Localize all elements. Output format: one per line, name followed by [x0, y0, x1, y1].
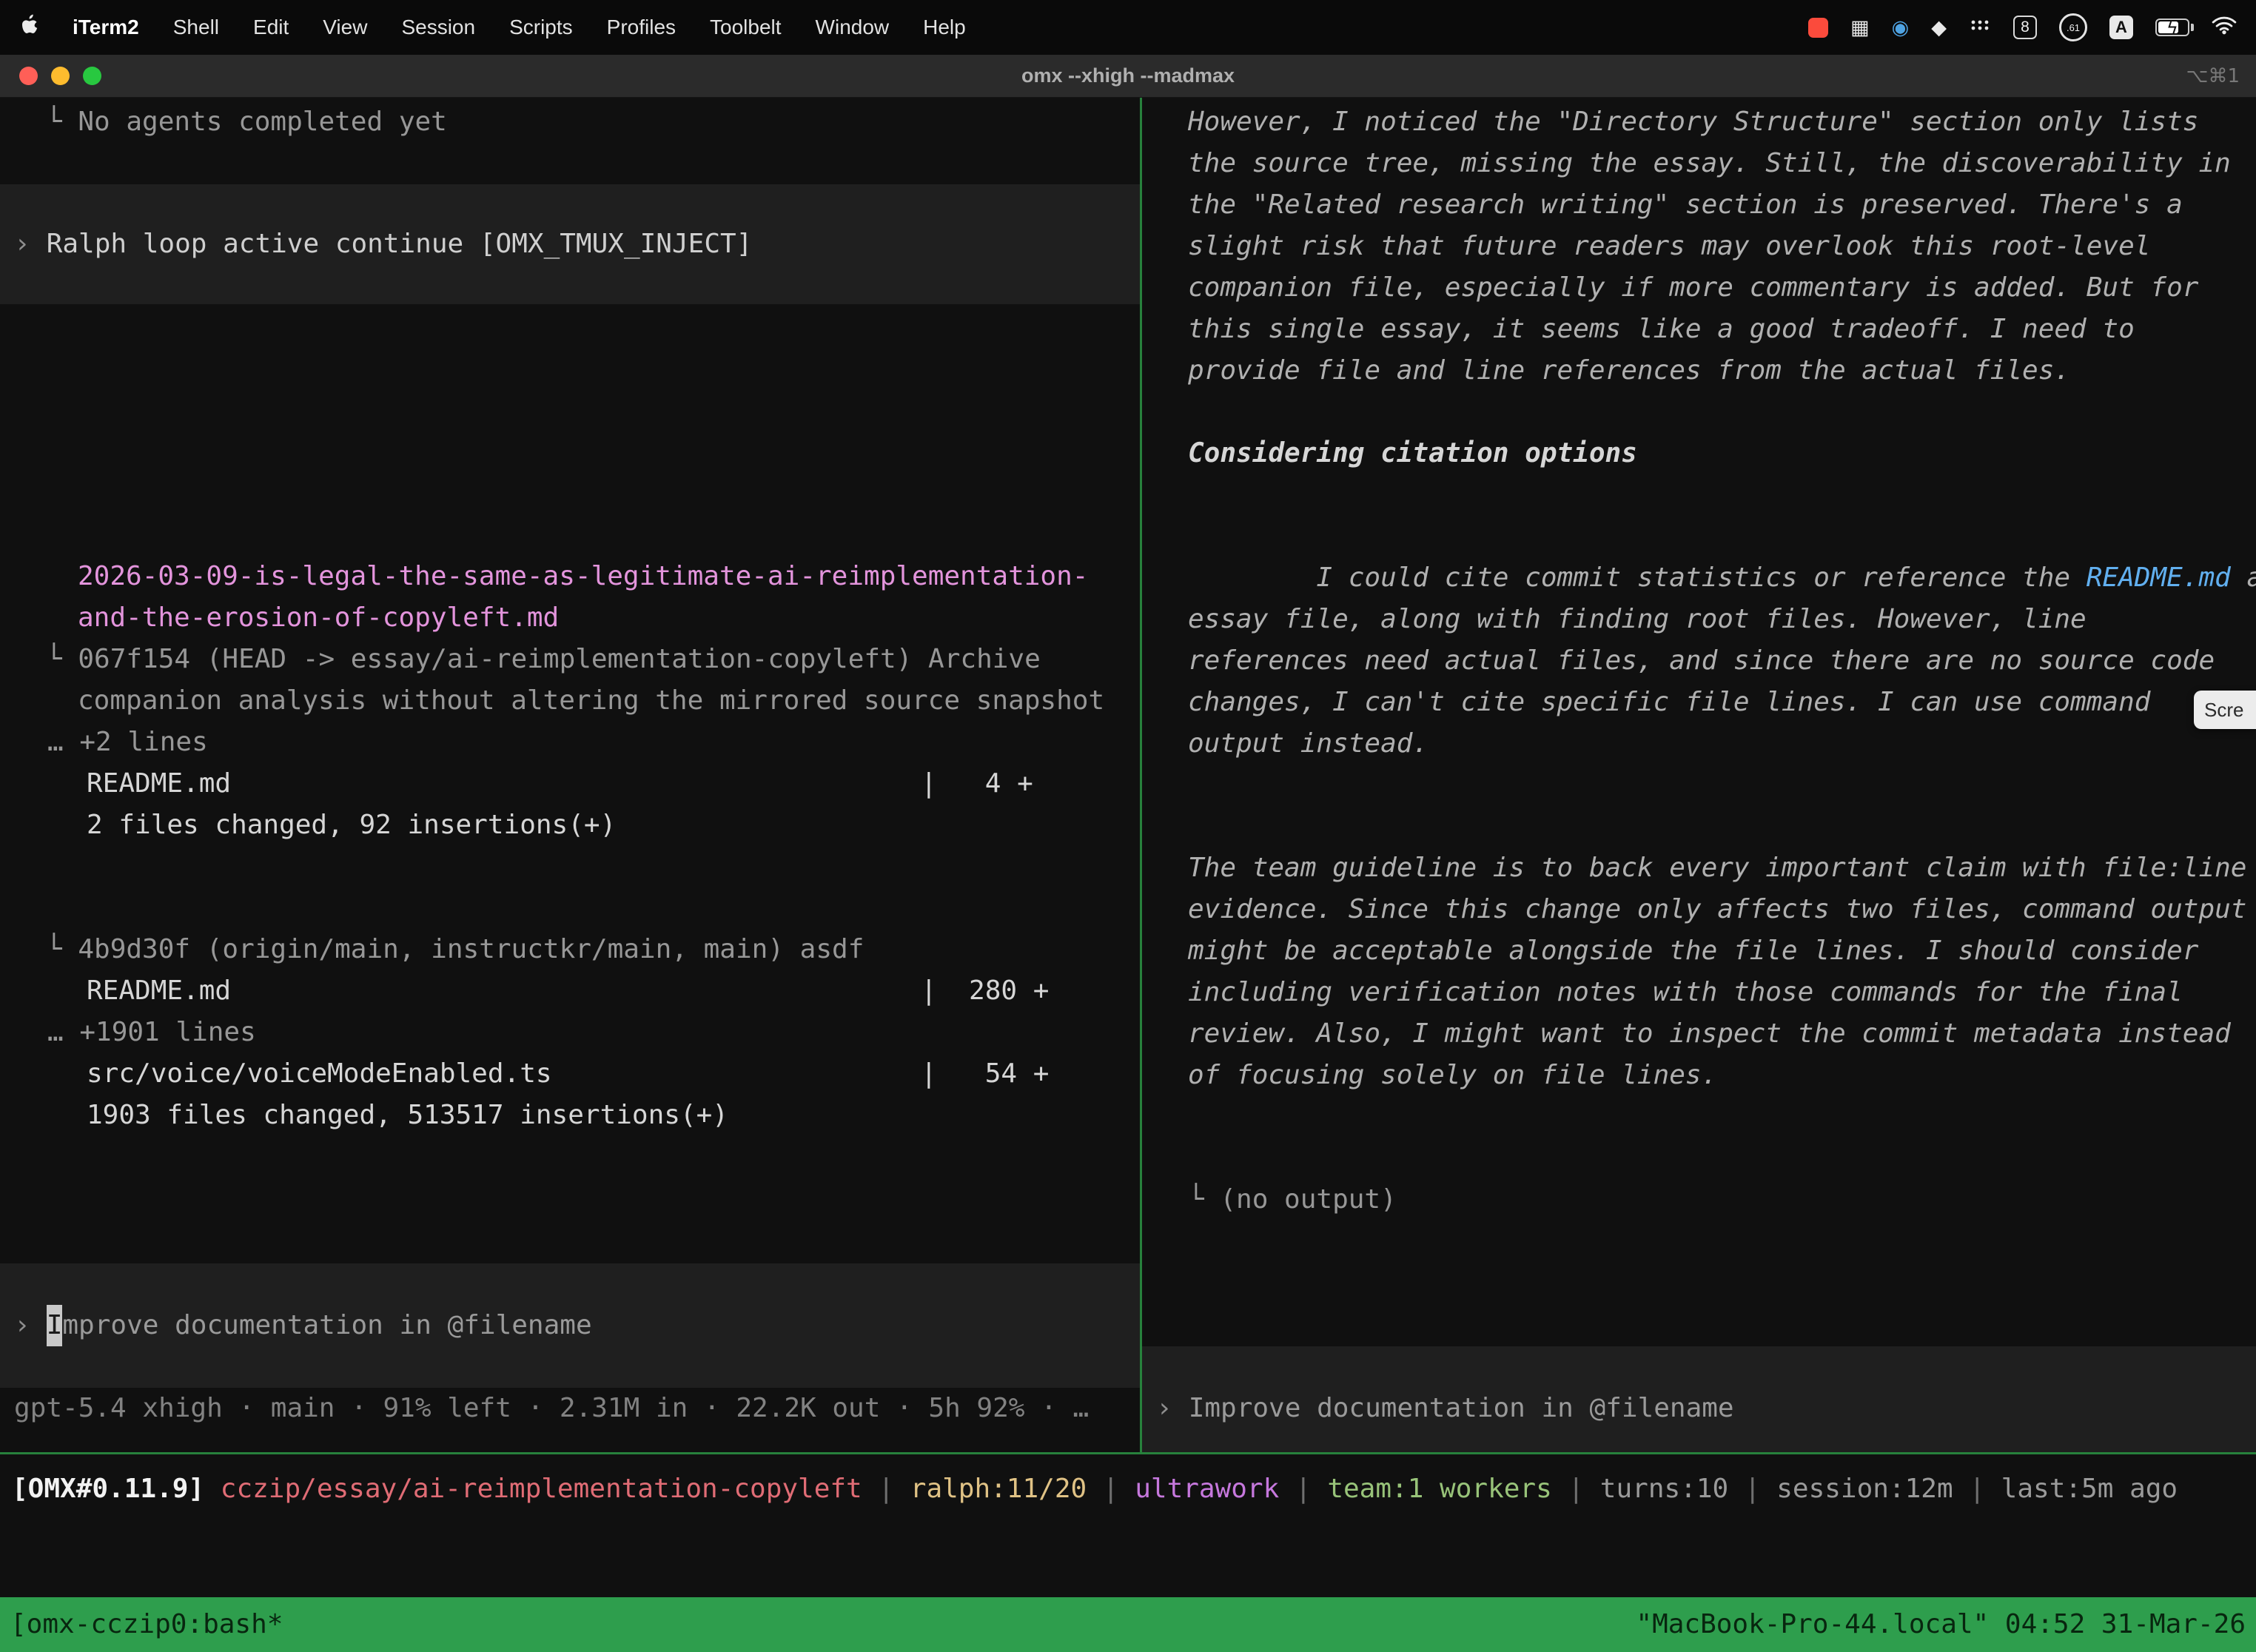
explored-header: •Explored	[0, 349, 1140, 390]
apple-menu-icon[interactable]	[19, 14, 38, 41]
desktop: iTerm2 Shell Edit View Session Scripts P…	[0, 0, 2256, 1652]
prompt-input[interactable]: › Improve documentation in @filename	[0, 1263, 1140, 1388]
prompt-chevron-icon: ›	[14, 1305, 30, 1346]
menu-bar-left: iTerm2 Shell Edit View Session Scripts P…	[19, 14, 966, 41]
log-stat-line-2: src/voice/voiceModeEnabled.ts | 54 +	[0, 1053, 1140, 1095]
thinking-heading: Considering citation options	[1142, 433, 2256, 474]
menu-item-profiles[interactable]: Profiles	[607, 16, 676, 39]
key-8-icon[interactable]: 8	[2013, 16, 2037, 39]
menu-bar: iTerm2 Shell Edit View Session Scripts P…	[0, 0, 2256, 55]
input-source-icon[interactable]: A	[2109, 16, 2133, 39]
menu-item-view[interactable]: View	[323, 16, 367, 39]
menu-item-window[interactable]: Window	[816, 16, 890, 39]
window-grid-icon[interactable]: ▦	[1850, 18, 1870, 38]
thinking-paragraph-1: However, I noticed the "Directory Struct…	[1142, 101, 2256, 392]
waiting-status-line: •Waiting for background terminal (1m 41s…	[1142, 1262, 2256, 1303]
pane-divider-vertical[interactable]	[1140, 98, 1142, 1452]
zoom-button[interactable]	[83, 67, 101, 85]
prompt-input[interactable]: › Improve documentation in @filename	[1142, 1346, 2256, 1452]
omx-status-line: [OMX#0.11.9] cczip/essay/ai-reimplementa…	[0, 1468, 2256, 1510]
log-more-lines: … +1901 lines	[0, 1012, 1140, 1053]
tmux-session-window: [omx-cczip0:bash*	[10, 1604, 283, 1645]
app-grid-icon[interactable]	[1969, 16, 1991, 40]
ran-git-log-line: •Ran git log --oneline --decorate -n 5 -…	[0, 887, 1140, 929]
screen-record-stop-icon[interactable]	[1808, 18, 1828, 38]
input-ghost-text: mprove documentation in @filename	[62, 1305, 591, 1346]
thinking-paragraph-3: The team guideline is to back every impo…	[1142, 847, 2256, 1096]
show-filename-line-2: and-the-erosion-of-copyleft.md	[0, 597, 1140, 639]
omx-ralph-counter: ralph:11/20	[910, 1474, 1087, 1504]
omx-mode: ultrawork	[1135, 1474, 1279, 1504]
battery-icon[interactable]: ϟ	[2155, 19, 2189, 36]
text-cursor: I	[47, 1305, 63, 1346]
tmux-host-clock: "MacBook-Pro-44.local" 04:52 31-Mar-26	[1636, 1604, 2246, 1645]
prompt-chevron-icon: ›	[14, 224, 30, 265]
input-ghost-text: Improve documentation in @filename	[1189, 1388, 1734, 1429]
menu-item-session[interactable]: Session	[401, 16, 475, 39]
menu-item-shell[interactable]: Shell	[173, 16, 219, 39]
ran-git-status-line: •Ran git status --short	[1142, 1138, 2256, 1179]
minimize-button[interactable]	[51, 67, 70, 85]
show-commit-line: └ 067f154 (HEAD -> essay/ai-reimplementa…	[0, 639, 1140, 680]
readme-link: README.md	[2087, 563, 2231, 593]
tooltip-text: Scre	[2204, 691, 2243, 729]
omx-turns: turns:10	[1600, 1474, 1728, 1504]
blue-app-icon[interactable]: ◉	[1892, 18, 1910, 38]
omx-last-activity: last:5m ago	[2001, 1474, 2178, 1504]
left-pane: └ No agents completed yet › Ralph loop ac…	[0, 98, 1140, 1452]
tmux-status-bar: [omx-cczip0:bash* "MacBook-Pro-44.local"…	[0, 1597, 2256, 1652]
explored-list-line: └ List git ls-files	[0, 390, 1140, 432]
window-shortcut: ⌥⌘1	[2186, 65, 2240, 87]
menu-item-iterm2[interactable]: iTerm2	[73, 16, 139, 39]
log-stat-summary: 1903 files changed, 513517 insertions(+)	[0, 1095, 1140, 1136]
right-pane: However, I noticed the "Directory Struct…	[1142, 98, 2256, 1452]
show-more-lines: … +2 lines	[0, 722, 1140, 763]
ran-git-show-line: •Ran git show --stat --oneline --decorat…	[0, 514, 1140, 556]
agents-note: └ No agents completed yet	[0, 101, 1140, 143]
menu-item-scripts[interactable]: Scripts	[509, 16, 573, 39]
omx-team: team:1 workers	[1327, 1474, 1551, 1504]
window-title-bar: omx --xhigh --madmax ⌥⌘1	[0, 55, 2256, 98]
thinking-paragraph-2: I could cite commit statistics or refere…	[1142, 516, 2256, 806]
menu-item-edit[interactable]: Edit	[253, 16, 289, 39]
explored-search-line: Search 2026-03-09-is-legal-the-same-as-l…	[0, 432, 1140, 473]
battery-percent-icon[interactable]: .61	[2059, 13, 2087, 41]
working-status-line: •Working (11m 13s • esc to interrupt) · …	[0, 1178, 1140, 1219]
log-stat-line-1: README.md | 280 +	[0, 970, 1140, 1012]
status-output-line: └ (no output)	[1142, 1179, 2256, 1220]
prompt-chevron-icon: ›	[1156, 1388, 1172, 1429]
dark-app-icon[interactable]: ◆	[1931, 18, 1947, 38]
inject-prompt-box[interactable]: › Ralph loop active continue [OMX_TMUX_IN…	[0, 184, 1140, 304]
pane-divider-horizontal	[0, 1452, 2256, 1454]
terminal: └ No agents completed yet › Ralph loop ac…	[0, 98, 2256, 1652]
close-button[interactable]	[19, 67, 38, 85]
charging-bolt-icon: ϟ	[2166, 18, 2178, 38]
wifi-icon[interactable]	[2212, 16, 2237, 40]
omx-branch-path: cczip/essay/ai-reimplementation-copyleft	[221, 1474, 862, 1504]
log-commit-line: └ 4b9d30f (origin/main, instructkr/main,…	[0, 929, 1140, 970]
traffic-lights	[19, 67, 101, 85]
omx-version: [OMX#0.11.9]	[12, 1474, 204, 1504]
omx-session-time: session:12m	[1776, 1474, 1953, 1504]
menu-bar-status-icons: ▦ ◉ ◆ 8 .61 A ϟ	[1808, 13, 2237, 41]
show-stat-line: README.md | 4 +	[0, 763, 1140, 805]
menu-item-toolbelt[interactable]: Toolbelt	[710, 16, 782, 39]
screen-share-tooltip[interactable]: Scre	[2194, 691, 2256, 729]
inject-text: Ralph loop active continue [OMX_TMUX_INJ…	[47, 224, 753, 265]
menu-item-help[interactable]: Help	[923, 16, 966, 39]
show-commit-line-2: companion analysis without altering the …	[0, 680, 1140, 722]
window-title: omx --xhigh --madmax	[0, 64, 2256, 87]
show-stat-summary: 2 files changed, 92 insertions(+)	[0, 805, 1140, 846]
show-filename-line-1: 2026-03-09-is-legal-the-same-as-legitima…	[0, 556, 1140, 597]
battery-nub	[2191, 24, 2194, 31]
session-status-line: gpt-5.4 xhigh · main · 91% left · 2.31M …	[0, 1388, 1140, 1429]
